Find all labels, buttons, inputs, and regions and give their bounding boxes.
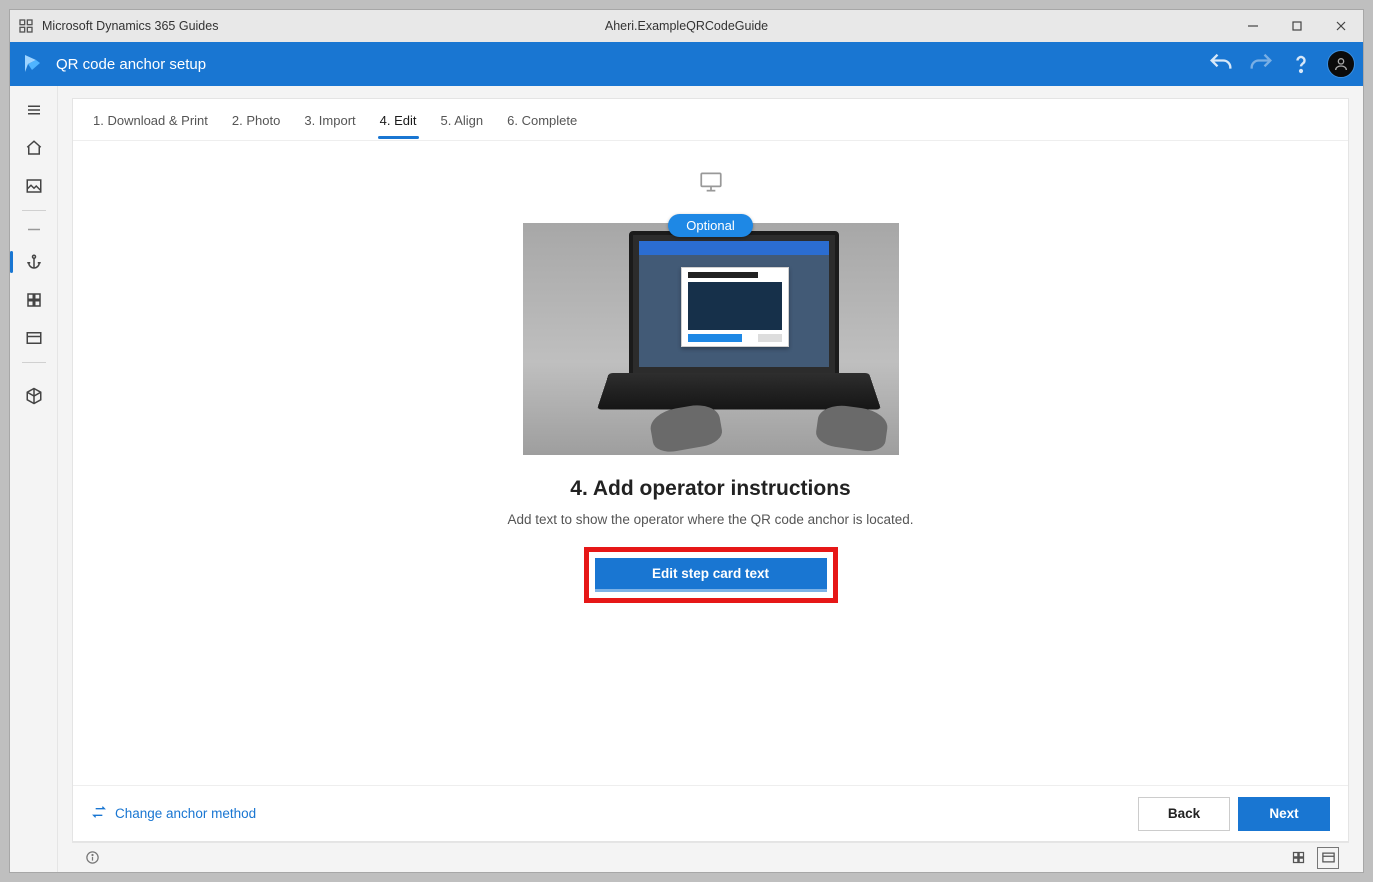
change-anchor-method-link[interactable]: Change anchor method [91, 804, 256, 823]
step-3[interactable]: 3. Import [302, 101, 357, 138]
highlight-box: Edit step card text [584, 547, 838, 603]
step-4[interactable]: 4. Edit [378, 101, 419, 138]
view-card-icon[interactable] [1317, 847, 1339, 869]
app-icon [18, 18, 34, 34]
step-6[interactable]: 6. Complete [505, 101, 579, 138]
back-button[interactable]: Back [1138, 797, 1230, 831]
app-name: Microsoft Dynamics 365 Guides [42, 19, 218, 33]
wizard-footer: Change anchor method Back Next [73, 785, 1348, 841]
window-maximize-button[interactable] [1275, 10, 1319, 42]
side-rail [10, 86, 58, 872]
app-command-bar: QR code anchor setup [10, 42, 1363, 86]
app-body: 1. Download & Print 2. Photo 3. Import 4… [10, 86, 1363, 872]
next-button[interactable]: Next [1238, 797, 1330, 831]
document-name: Aheri.ExampleQRCodeGuide [605, 19, 768, 33]
window-titlebar: Microsoft Dynamics 365 Guides Aheri.Exam… [10, 10, 1363, 42]
wizard-steps: 1. Download & Print 2. Photo 3. Import 4… [73, 99, 1348, 141]
redo-icon[interactable] [1247, 50, 1275, 78]
siderail-image-icon[interactable] [14, 168, 54, 204]
step-2[interactable]: 2. Photo [230, 101, 282, 138]
wizard-content: Optional [73, 141, 1348, 785]
siderail-separator [22, 210, 46, 220]
content-heading: 4. Add operator instructions [570, 477, 850, 501]
siderail-hamburger-icon[interactable] [14, 92, 54, 128]
step-1[interactable]: 1. Download & Print [91, 101, 210, 138]
status-bar [72, 842, 1349, 872]
window-minimize-button[interactable] [1231, 10, 1275, 42]
user-avatar[interactable] [1327, 50, 1355, 78]
illustration-laptop [523, 223, 899, 455]
siderail-separator-2 [22, 362, 46, 372]
swap-icon [91, 804, 107, 823]
siderail-anchor-icon[interactable] [14, 244, 54, 280]
help-icon[interactable] [1287, 50, 1315, 78]
siderail-package-icon[interactable] [14, 378, 54, 414]
page-title: QR code anchor setup [56, 56, 206, 73]
wizard-card: 1. Download & Print 2. Photo 3. Import 4… [72, 98, 1349, 842]
undo-icon[interactable] [1207, 50, 1235, 78]
siderail-card-icon[interactable] [14, 320, 54, 356]
siderail-collapse-icon[interactable] [14, 226, 54, 242]
edit-step-card-text-button[interactable]: Edit step card text [595, 558, 827, 592]
window-close-button[interactable] [1319, 10, 1363, 42]
siderail-home-icon[interactable] [14, 130, 54, 166]
main-area: 1. Download & Print 2. Photo 3. Import 4… [58, 86, 1363, 872]
content-description: Add text to show the operator where the … [508, 511, 914, 529]
optional-badge: Optional [668, 214, 752, 237]
dynamics-logo-icon [18, 50, 46, 78]
view-grid-icon[interactable] [1287, 847, 1309, 869]
siderail-grid-icon[interactable] [14, 282, 54, 318]
change-anchor-method-label: Change anchor method [115, 806, 256, 821]
monitor-icon [698, 169, 724, 200]
info-icon[interactable] [82, 850, 102, 865]
app-window: Microsoft Dynamics 365 Guides Aheri.Exam… [9, 9, 1364, 873]
step-5[interactable]: 5. Align [439, 101, 486, 138]
